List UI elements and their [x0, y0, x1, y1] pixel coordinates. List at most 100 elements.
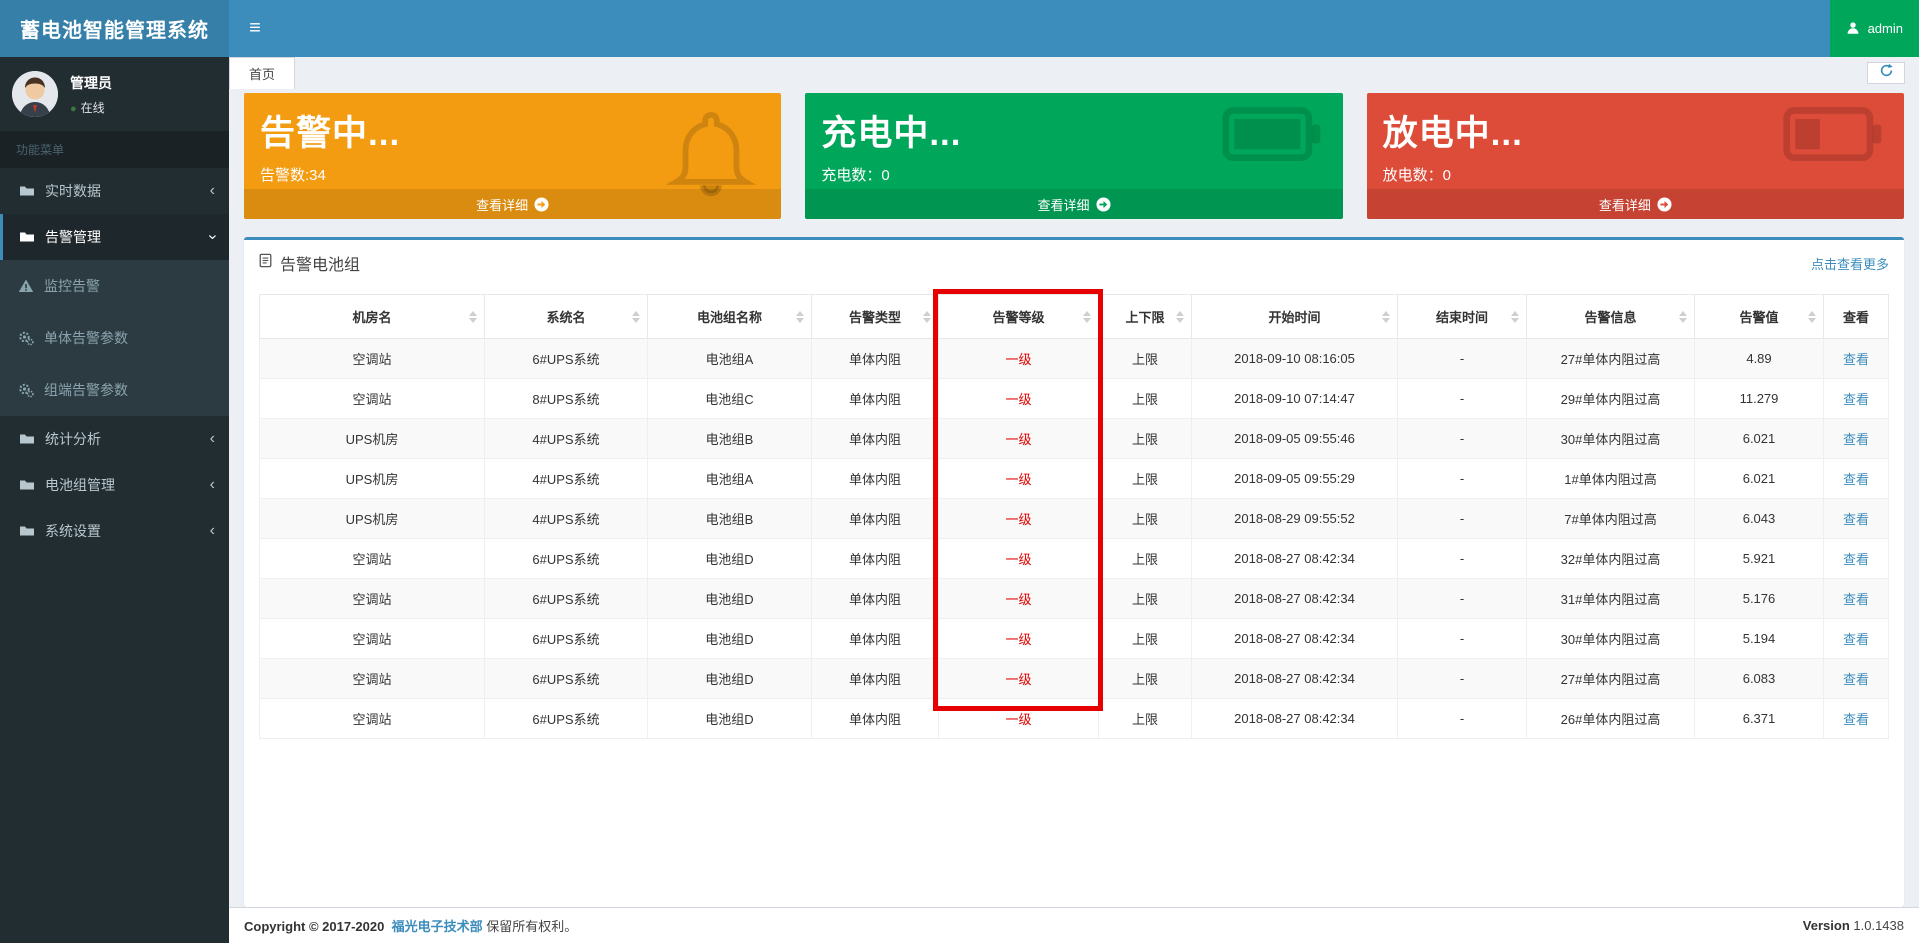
bell-icon [659, 101, 763, 185]
table-cell: 一级 [939, 459, 1099, 499]
table-cell: 5.176 [1695, 579, 1824, 619]
table-cell: 单体内阻 [812, 659, 939, 699]
table-cell: UPS机房 [260, 459, 485, 499]
table-cell: 6#UPS系统 [485, 699, 648, 739]
column-header[interactable]: 告警等级 [939, 295, 1099, 339]
table-cell: 空调站 [260, 659, 485, 699]
sidebar-item-alarm-management[interactable]: 告警管理‹ [0, 214, 229, 260]
table-cell: 7#单体内阻过高 [1527, 499, 1695, 539]
table-cell: UPS机房 [260, 499, 485, 539]
sidebar-item-cell-alarm-params[interactable]: 单体告警参数 [0, 312, 229, 364]
table-cell: 上限 [1099, 619, 1192, 659]
table-cell: 电池组B [648, 419, 812, 459]
table-cell: 上限 [1099, 699, 1192, 739]
column-header[interactable]: 告警信息 [1527, 295, 1695, 339]
column-header[interactable]: 告警值 [1695, 295, 1824, 339]
copyright-text: Copyright © 2017-2020 [244, 919, 384, 934]
user-icon [1846, 21, 1862, 37]
refresh-icon [1879, 63, 1894, 83]
column-header[interactable]: 电池组名称 [648, 295, 812, 339]
view-link[interactable]: 查看 [1843, 632, 1869, 647]
table-cell: 上限 [1099, 419, 1192, 459]
table-cell: - [1398, 699, 1527, 739]
alarm-table: 机房名系统名电池组名称告警类型告警等级上下限开始时间结束时间告警信息告警值查看 … [259, 294, 1889, 739]
table-row: 空调站6#UPS系统电池组D单体内阻一级上限2018-08-27 08:42:3… [260, 699, 1889, 739]
table-cell: - [1398, 659, 1527, 699]
user-name: admin [1868, 21, 1903, 36]
table-row: 空调站6#UPS系统电池组D单体内阻一级上限2018-08-27 08:42:3… [260, 579, 1889, 619]
discharging-card-details-button[interactable]: 查看详细 [1367, 189, 1904, 219]
table-cell: 6.083 [1695, 659, 1824, 699]
sidebar-menu: 实时数据‹ 告警管理‹ 监控告警 单体告警参数 组端告警参数 [0, 168, 229, 554]
table-cell: 单体内阻 [812, 419, 939, 459]
table-cell: 30#单体内阻过高 [1527, 619, 1695, 659]
refresh-button[interactable] [1867, 62, 1905, 84]
column-header[interactable]: 机房名 [260, 295, 485, 339]
charging-card: 充电中... 充电数：0 查看详细 [805, 93, 1342, 219]
user-menu[interactable]: admin [1830, 0, 1919, 57]
alarm-card-details-button[interactable]: 查看详细 [244, 189, 781, 219]
table-cell: 一级 [939, 419, 1099, 459]
view-link[interactable]: 查看 [1843, 672, 1869, 687]
status-cards: 告警中... 告警数:34 查看详细 充电中... 充电数：0 [229, 89, 1919, 219]
table-cell: - [1398, 419, 1527, 459]
table-cell: 一级 [939, 579, 1099, 619]
company-link[interactable]: 福光电子技术部 [392, 919, 483, 934]
view-link[interactable]: 查看 [1843, 712, 1869, 727]
sidebar-item-statistics[interactable]: 统计分析‹ [0, 416, 229, 462]
folder-icon [19, 229, 35, 245]
sidebar-item-system-settings[interactable]: 系统设置‹ [0, 508, 229, 554]
sidebar-item-battery-group-management[interactable]: 电池组管理‹ [0, 462, 229, 508]
view-link[interactable]: 查看 [1843, 392, 1869, 407]
table-cell: 单体内阻 [812, 339, 939, 379]
view-link[interactable]: 查看 [1843, 552, 1869, 567]
table-cell: 一级 [939, 339, 1099, 379]
sidebar-item-group-alarm-params[interactable]: 组端告警参数 [0, 364, 229, 416]
table-cell: - [1398, 499, 1527, 539]
view-link[interactable]: 查看 [1843, 512, 1869, 527]
table-cell: 30#单体内阻过高 [1527, 419, 1695, 459]
column-header[interactable]: 系统名 [485, 295, 648, 339]
table-cell: 电池组D [648, 699, 812, 739]
column-header[interactable]: 上下限 [1099, 295, 1192, 339]
view-link[interactable]: 查看 [1843, 592, 1869, 607]
table-cell: 上限 [1099, 659, 1192, 699]
sort-arrows-icon [1176, 311, 1184, 323]
charging-card-details-button[interactable]: 查看详细 [805, 189, 1342, 219]
sidebar: 管理员 ●在线 功能菜单 实时数据‹ 告警管理‹ 监控告警 单体告 [0, 57, 229, 943]
column-header[interactable]: 告警类型 [812, 295, 939, 339]
table-cell: 单体内阻 [812, 499, 939, 539]
table-cell: 8#UPS系统 [485, 379, 648, 419]
table-cell: 上限 [1099, 379, 1192, 419]
table-cell: 2018-09-10 08:16:05 [1192, 339, 1398, 379]
app-title[interactable]: 蓄电池智能管理系统 [0, 0, 229, 57]
table-cell: 2018-08-27 08:42:34 [1192, 659, 1398, 699]
alarm-submenu: 监控告警 单体告警参数 组端告警参数 [0, 260, 229, 416]
table-cell: - [1398, 579, 1527, 619]
table-cell: 5.921 [1695, 539, 1824, 579]
column-header[interactable]: 开始时间 [1192, 295, 1398, 339]
column-header[interactable]: 结束时间 [1398, 295, 1527, 339]
sidebar-item-monitor-alarm[interactable]: 监控告警 [0, 260, 229, 312]
table-cell: 上限 [1099, 459, 1192, 499]
table-cell: 上限 [1099, 579, 1192, 619]
table-cell: 上限 [1099, 539, 1192, 579]
view-link[interactable]: 查看 [1843, 432, 1869, 447]
online-dot-icon: ● [70, 103, 77, 115]
view-more-link[interactable]: 点击查看更多 [1811, 254, 1889, 273]
table-cell: 6.043 [1695, 499, 1824, 539]
tab-home[interactable]: 首页 [229, 57, 295, 89]
view-link[interactable]: 查看 [1843, 352, 1869, 367]
chevron-left-icon: ‹ [210, 434, 215, 444]
sidebar-item-realtime-data[interactable]: 实时数据‹ [0, 168, 229, 214]
table-cell: 2018-08-27 08:42:34 [1192, 579, 1398, 619]
table-cell: 空调站 [260, 699, 485, 739]
sidebar-toggle-button[interactable]: ≡ [229, 0, 281, 57]
view-link[interactable]: 查看 [1843, 472, 1869, 487]
table-cell: 上限 [1099, 339, 1192, 379]
battery-low-icon [1782, 101, 1886, 185]
sort-arrows-icon [1808, 311, 1816, 323]
table-cell: - [1398, 619, 1527, 659]
table-cell: 6.371 [1695, 699, 1824, 739]
table-cell: 29#单体内阻过高 [1527, 379, 1695, 419]
